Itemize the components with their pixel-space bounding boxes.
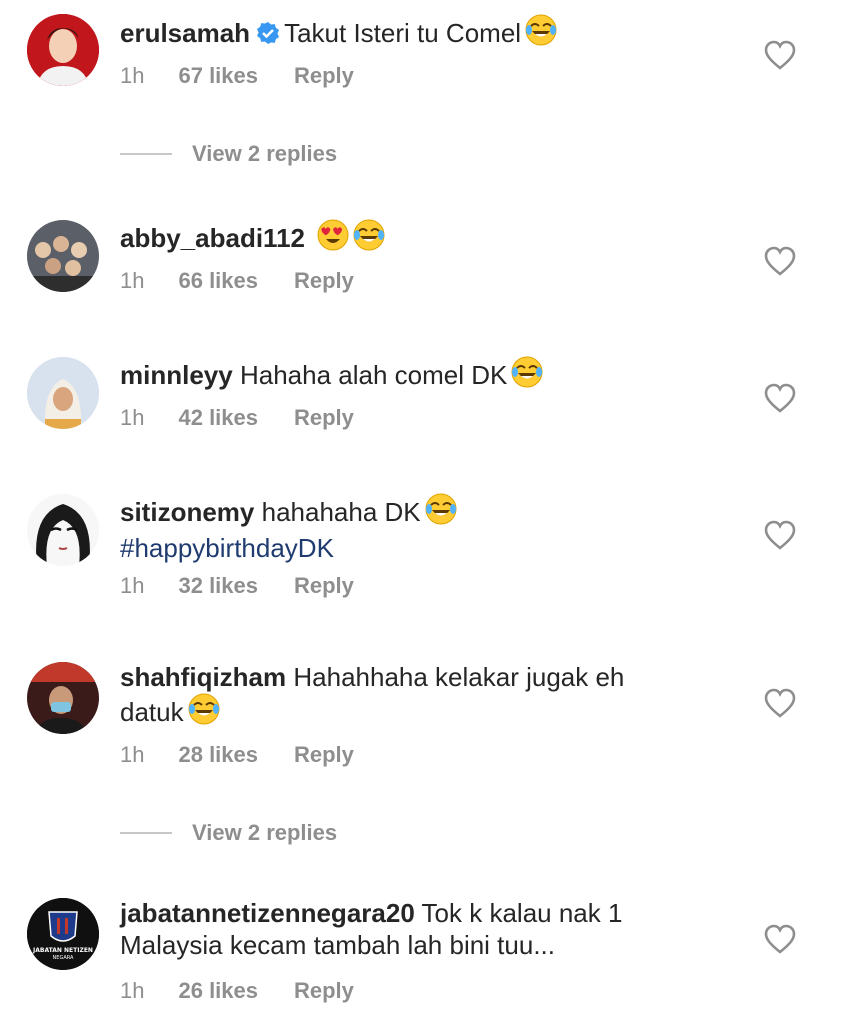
comment-meta: 1h 28 likes Reply bbox=[120, 742, 390, 768]
heart-outline-icon[interactable] bbox=[764, 40, 796, 70]
face-with-tears-of-joy-emoji bbox=[511, 356, 544, 395]
comment-body: Hahahhaha kelakar jugak eh bbox=[293, 662, 625, 692]
comment-text: shahfiqizham Hahahhaha kelakar jugak eh … bbox=[120, 661, 680, 732]
comment-text: minnleyy Hahaha alah comel DK bbox=[120, 356, 680, 395]
view-replies-button[interactable]: View 2 replies bbox=[120, 820, 337, 846]
reply-button[interactable]: Reply bbox=[294, 978, 354, 1003]
comment-body-cont: datuk bbox=[120, 697, 184, 727]
comment-time: 1h bbox=[120, 573, 145, 598]
face-with-tears-of-joy-emoji bbox=[353, 219, 385, 258]
avatar-logo-subtext: NEGARA bbox=[53, 955, 74, 961]
avatar[interactable]: JABATAN NETIZEN NEGARA bbox=[27, 898, 99, 970]
comment-likes[interactable]: 67 likes bbox=[178, 63, 258, 88]
heart-outline-icon[interactable] bbox=[764, 688, 796, 718]
comment-body-cont: Malaysia kecam tambah lah bini tuu... bbox=[120, 930, 555, 960]
divider-line bbox=[120, 832, 172, 834]
view-replies-button[interactable]: View 2 replies bbox=[120, 141, 337, 167]
comment-text: erulsamah Takut Isteri tu Comel bbox=[120, 14, 680, 53]
comment-time: 1h bbox=[120, 405, 145, 430]
avatar[interactable] bbox=[27, 662, 99, 734]
comment-username[interactable]: minnleyy bbox=[120, 360, 233, 390]
avatar[interactable] bbox=[27, 14, 99, 86]
verified-badge-icon bbox=[256, 20, 280, 52]
comment-meta: 1h 32 likes Reply bbox=[120, 573, 390, 599]
avatar-image bbox=[27, 662, 99, 734]
face-with-tears-of-joy-emoji bbox=[525, 14, 558, 53]
comment-username[interactable]: sitizonemy bbox=[120, 497, 254, 527]
comment-likes[interactable]: 26 likes bbox=[178, 978, 258, 1003]
comment-likes[interactable]: 32 likes bbox=[178, 573, 258, 598]
divider-line bbox=[120, 153, 172, 155]
reply-button[interactable]: Reply bbox=[294, 573, 354, 598]
comment-body: hahahaha DK bbox=[261, 497, 421, 527]
comment-time: 1h bbox=[120, 742, 145, 767]
face-with-tears-of-joy-emoji bbox=[187, 693, 220, 732]
reply-button[interactable]: Reply bbox=[294, 742, 354, 767]
comment-meta: 1h 42 likes Reply bbox=[120, 405, 390, 431]
heart-outline-icon[interactable] bbox=[764, 246, 796, 276]
avatar-image bbox=[27, 220, 99, 292]
avatar-image bbox=[27, 494, 99, 566]
comment-meta: 1h 67 likes Reply bbox=[120, 63, 390, 89]
comment-text: abby_abadi112 bbox=[120, 219, 680, 258]
comment-body: Takut Isteri tu Comel bbox=[284, 18, 522, 48]
view-replies-label: View 2 replies bbox=[192, 141, 338, 166]
heart-outline-icon[interactable] bbox=[764, 924, 796, 954]
comment-body: Hahaha alah comel DK bbox=[239, 360, 508, 390]
view-replies-label: View 2 replies bbox=[192, 820, 338, 845]
comment-username[interactable]: erulsamah bbox=[120, 18, 250, 48]
comment-likes[interactable]: 66 likes bbox=[178, 268, 258, 293]
comment-body: Tok k kalau nak 1 bbox=[421, 898, 623, 928]
comment-time: 1h bbox=[120, 978, 145, 1003]
smiling-face-with-heart-eyes-emoji bbox=[317, 219, 349, 258]
reply-button[interactable]: Reply bbox=[294, 268, 354, 293]
comment-likes[interactable]: 42 likes bbox=[178, 405, 258, 430]
comment-username[interactable]: shahfiqizham bbox=[120, 662, 286, 692]
reply-button[interactable]: Reply bbox=[294, 63, 354, 88]
avatar[interactable] bbox=[27, 220, 99, 292]
avatar-logo-text: JABATAN NETIZEN bbox=[32, 947, 93, 954]
comment-username[interactable]: abby_abadi112 bbox=[120, 223, 305, 253]
avatar[interactable] bbox=[27, 494, 99, 566]
comment-username[interactable]: jabatannetizennegara20 bbox=[120, 898, 415, 928]
avatar[interactable] bbox=[27, 357, 99, 429]
comment-time: 1h bbox=[120, 268, 145, 293]
comment-text: sitizonemy hahahaha DK #happybirthdayDK bbox=[120, 493, 680, 564]
comment-likes[interactable]: 28 likes bbox=[178, 742, 258, 767]
heart-outline-icon[interactable] bbox=[764, 520, 796, 550]
heart-outline-icon[interactable] bbox=[764, 383, 796, 413]
comment-text: jabatannetizennegara20 Tok k kalau nak 1… bbox=[120, 897, 680, 961]
comment-meta: 1h 26 likes Reply bbox=[120, 978, 390, 1004]
face-with-tears-of-joy-emoji bbox=[424, 493, 457, 532]
avatar-image bbox=[27, 357, 99, 429]
hashtag-link[interactable]: #happybirthdayDK bbox=[120, 533, 334, 563]
comment-meta: 1h 66 likes Reply bbox=[120, 268, 390, 294]
reply-button[interactable]: Reply bbox=[294, 405, 354, 430]
avatar-image: JABATAN NETIZEN NEGARA bbox=[27, 898, 99, 970]
comment-time: 1h bbox=[120, 63, 145, 88]
avatar-image bbox=[27, 14, 99, 86]
